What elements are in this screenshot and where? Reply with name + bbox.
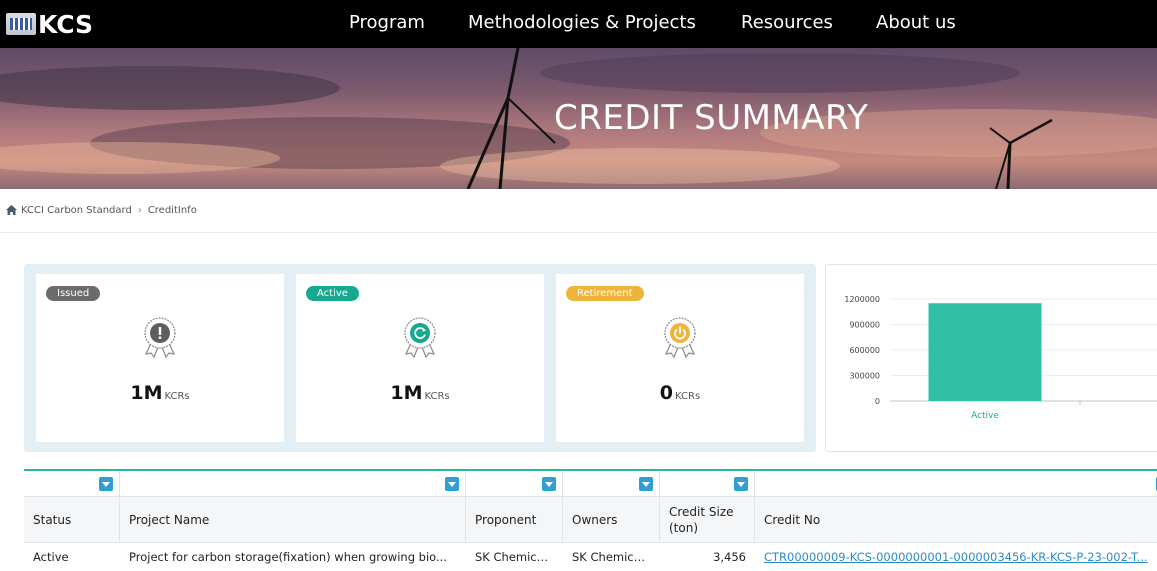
- column-header-credit-size[interactable]: Credit Size (ton): [660, 497, 755, 542]
- cell-owners: SK Chemica...: [572, 550, 651, 564]
- retirement-medal-icon: [664, 317, 696, 358]
- issued-medal-icon: [144, 317, 176, 358]
- filter-cell-proponent: [466, 471, 563, 496]
- active-badge: Active: [306, 286, 359, 301]
- cell-credit-no: CTR00000009-KCS-0000000001-0000003456-KR…: [755, 543, 1157, 571]
- page-title: CREDIT SUMMARY: [554, 98, 869, 138]
- retirement-badge: Retirement: [566, 286, 644, 301]
- retirement-amount: 0 KCRs: [659, 382, 701, 404]
- home-icon[interactable]: [6, 205, 17, 215]
- y-tick-label: 1200000: [844, 295, 880, 304]
- active-card: Active 1M KCRs: [296, 274, 544, 442]
- credit-no-link[interactable]: CTR00000009-KCS-0000000001-0000003456-KR…: [764, 550, 1148, 564]
- nav-about-us[interactable]: About us: [876, 12, 956, 33]
- column-header-project-name[interactable]: Project Name: [120, 497, 466, 542]
- filter-cell-owners: [563, 471, 660, 496]
- filter-row: [24, 471, 1157, 497]
- active-amount: 1M KCRs: [390, 382, 450, 404]
- y-tick-label: 600000: [849, 346, 880, 355]
- credit-chart: 0 300000 600000 900000 1200000 Active: [825, 264, 1157, 452]
- cell-status: Active: [33, 550, 69, 564]
- issued-amount: 1M KCRs: [130, 382, 190, 404]
- cell-proponent: SK Chemica...: [475, 550, 554, 564]
- y-tick-label: 300000: [849, 372, 880, 381]
- header-row: Status Project Name Proponent Owners Cre…: [24, 497, 1157, 543]
- breadcrumb-item-current: CreditInfo: [147, 204, 197, 216]
- hero-banner: CREDIT SUMMARY: [0, 48, 1157, 189]
- filter-cell-status: [24, 471, 120, 496]
- nav-program[interactable]: Program: [349, 12, 425, 33]
- filter-cell-project-name: [120, 471, 466, 496]
- filter-dropdown-icon[interactable]: [542, 477, 556, 491]
- nav-resources[interactable]: Resources: [741, 12, 833, 33]
- retirement-card: Retirement 0 KCRs: [556, 274, 804, 442]
- filter-dropdown-icon[interactable]: [639, 477, 653, 491]
- cell-credit-size: 3,456: [713, 550, 746, 564]
- filter-dropdown-icon[interactable]: [734, 477, 748, 491]
- credit-bar-chart: 0 300000 600000 900000 1200000 Active: [844, 295, 1157, 421]
- credit-table: Status Project Name Proponent Owners Cre…: [24, 469, 1157, 571]
- active-medal-icon: [404, 317, 436, 358]
- filter-dropdown-icon[interactable]: [445, 477, 459, 491]
- breadcrumb-item-home[interactable]: KCCI Carbon Standard: [21, 205, 132, 216]
- x-tick-label: Active: [971, 411, 999, 421]
- summary-cards: Issued 1MKCRs Active 1MKCRs Retirement: [24, 264, 816, 452]
- filter-dropdown-icon[interactable]: [99, 477, 113, 491]
- filter-cell-credit-size: [660, 471, 755, 496]
- column-header-status[interactable]: Status: [24, 497, 120, 542]
- column-header-owners[interactable]: Owners: [563, 497, 660, 542]
- divider: [0, 232, 1157, 233]
- chevron-right-icon: ›: [137, 204, 142, 216]
- cell-project-name: Project for carbon storage(fixation) whe…: [129, 550, 447, 564]
- column-header-credit-no[interactable]: Credit No: [755, 497, 1157, 542]
- chart-bar-active[interactable]: [928, 303, 1042, 401]
- issued-card: Issued 1M KCRs: [36, 274, 284, 442]
- top-navigation: KCS Program Methodologies & Projects Res…: [0, 0, 1157, 48]
- nav-methodologies-projects[interactable]: Methodologies & Projects: [468, 12, 696, 33]
- filter-cell-credit-no: [755, 471, 1157, 496]
- table-row[interactable]: Active Project for carbon storage(fixati…: [24, 543, 1157, 571]
- column-header-proponent[interactable]: Proponent: [466, 497, 563, 542]
- y-tick-label: 0: [875, 397, 880, 406]
- y-tick-label: 900000: [849, 321, 880, 330]
- breadcrumb: KCCI Carbon Standard › CreditInfo: [6, 203, 197, 217]
- issued-badge: Issued: [46, 286, 101, 301]
